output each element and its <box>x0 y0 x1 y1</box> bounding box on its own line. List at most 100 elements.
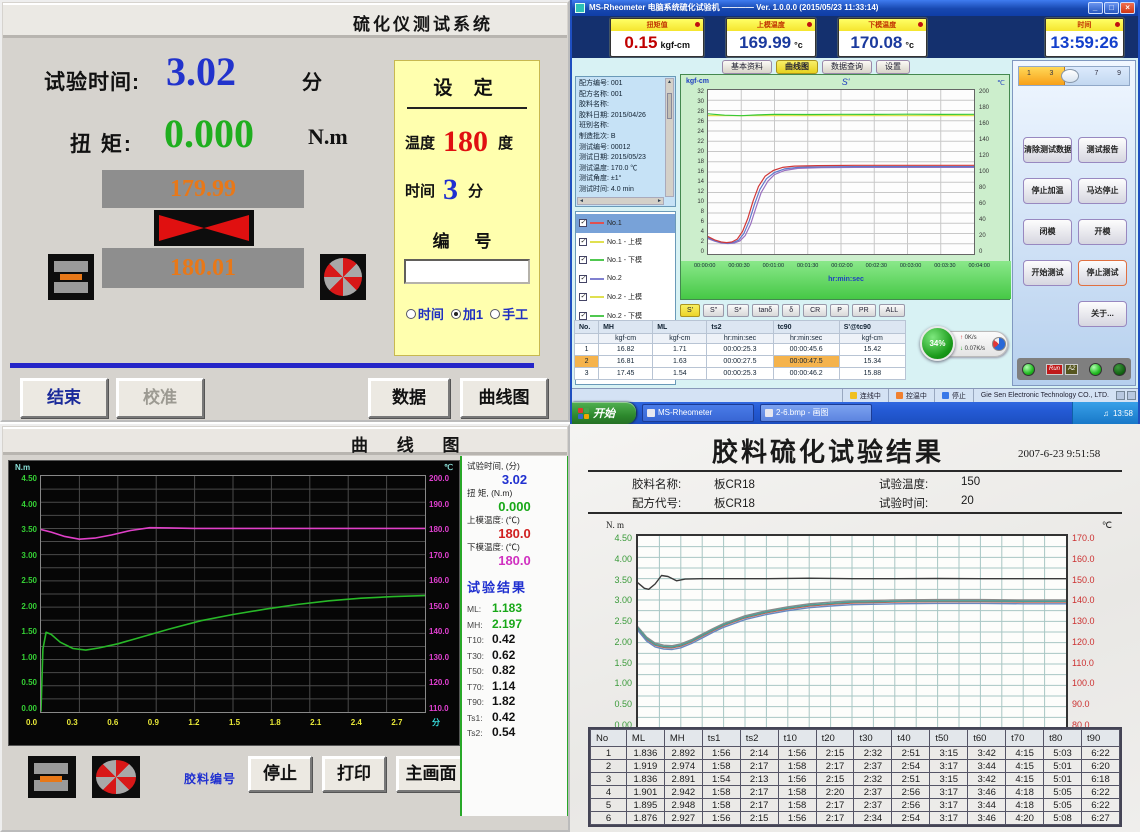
test-time-label: 试验时间: <box>44 66 140 96</box>
status-icon <box>896 392 903 399</box>
checkbox-icon[interactable]: ✓ <box>579 238 587 246</box>
table-cell: 2 <box>591 760 627 773</box>
batch-id-input[interactable] <box>404 259 530 284</box>
control-button-马达停止[interactable]: 马达停止 <box>1078 178 1127 204</box>
series-item-No.1[interactable]: ✓No.1 <box>576 214 675 233</box>
series-item-No.2[interactable]: ✓No.2 <box>576 270 675 289</box>
filter-S"[interactable]: S" <box>703 304 724 317</box>
series-item-No.2 - 上模[interactable]: ✓No.2 - 上模 <box>576 288 675 307</box>
checkbox-icon[interactable]: ✓ <box>579 256 587 264</box>
filter-tanδ[interactable]: tanδ <box>752 304 780 317</box>
recipe-info-line: 配方名称: 001 <box>579 90 663 101</box>
control-button-清除测试数据[interactable]: 清除测试数据 <box>1023 137 1072 163</box>
table-head: NoMLMHts1ts2t10t20t30t40t50t60t70t80t90 <box>591 730 1120 747</box>
tab-数据查询[interactable]: 数据查询 <box>822 60 872 74</box>
slider-thumb[interactable] <box>1061 69 1079 83</box>
result-value: 0.54 <box>492 725 515 739</box>
filter-CR[interactable]: CR <box>803 304 827 317</box>
chart-left-unit: kgf-cm <box>686 78 709 85</box>
readout-number: 170.08 <box>850 33 902 53</box>
report-chart-plot <box>636 534 1068 730</box>
status-mini-icon-2[interactable] <box>1127 391 1136 400</box>
live-values-panel: 试验时间, (分)3.02扭 矩, (N.m)0.000上模温度: (℃)180… <box>460 456 569 816</box>
curve-button[interactable]: 曲线图 <box>460 378 548 418</box>
tab-曲线图[interactable]: 曲线图 <box>776 60 818 74</box>
start-label: 开始 <box>593 405 615 421</box>
filter-P[interactable]: P <box>830 304 849 317</box>
control-button-开始测试[interactable]: 开始测试 <box>1023 260 1072 286</box>
end-button[interactable]: 结束 <box>20 378 108 418</box>
table-cell: 2:54 <box>892 812 930 825</box>
table-cell: 2:37 <box>854 799 892 812</box>
control-button-闭模[interactable]: 闭模 <box>1023 219 1072 245</box>
control-button-开模[interactable]: 开模 <box>1078 219 1127 245</box>
filter-S'[interactable]: S' <box>680 304 700 317</box>
y-tick-label: 30 <box>697 99 704 105</box>
y-tick-label: 200 <box>979 89 989 95</box>
result-label: Ts1: <box>467 713 489 723</box>
unit-cell: kgf-cm <box>599 334 653 344</box>
column-header: ML <box>653 321 707 334</box>
table-cell: 2.892 <box>664 747 702 760</box>
mode-radio-加1[interactable]: 加1 <box>451 304 483 323</box>
table-row: 116.821.7100:00:25.300:00:45.615.42 <box>575 344 906 356</box>
y-tick-label: 40 <box>979 217 986 223</box>
taskbar-task-2-6.bmp - 画图[interactable]: 2-6.bmp - 画图 <box>760 404 872 422</box>
vulcanizer-test-panel: 硫化仪测试系统 试验时间: 3.02 分 扭 矩: 0.000 N.m 179.… <box>0 0 570 422</box>
print-button[interactable]: 打印 <box>322 756 386 792</box>
series-item-No.1 - 上模[interactable]: ✓No.1 - 上模 <box>576 233 675 252</box>
mold-icon <box>48 254 94 300</box>
vertical-scrollbar[interactable]: ▲ <box>665 78 674 197</box>
taskbar-task-MS-Rheometer[interactable]: MS-Rheometer <box>642 404 754 422</box>
readout-label: 下模温度 <box>839 19 926 31</box>
range-slider[interactable]: 13579 <box>1018 66 1130 86</box>
status-mini-icon-1[interactable] <box>1116 391 1125 400</box>
start-button[interactable]: 开始 <box>572 402 636 424</box>
y-tick-label: 32 <box>697 89 704 95</box>
control-button-关于...[interactable]: 关于... <box>1078 301 1127 327</box>
volume-icon[interactable]: ♫ <box>1103 409 1109 418</box>
series-item-No.1 - 下模[interactable]: ✓No.1 - 下模 <box>576 251 675 270</box>
y-tick-label: 4.00 <box>21 501 37 509</box>
y-tick-label: 90.0 <box>1072 700 1090 709</box>
checkbox-icon[interactable]: ✓ <box>579 219 587 227</box>
y-tick-label: 2.00 <box>21 603 37 611</box>
result-value: 2.197 <box>492 617 522 631</box>
checkbox-icon[interactable]: ✓ <box>579 293 587 301</box>
main-screen-button[interactable]: 主画面 <box>396 756 466 792</box>
control-button-停止测试[interactable]: 停止测试 <box>1078 260 1127 286</box>
table-cell: 00:00:27.5 <box>707 356 773 368</box>
calibrate-button[interactable]: 校准 <box>116 378 204 418</box>
table-cell: 1.919 <box>626 760 664 773</box>
app-main-area: 基本资料曲线图数据查询设置 配方编号: 001配方名称: 001胶料名称:胶料日… <box>572 58 1138 388</box>
close-button[interactable]: × <box>1120 2 1135 14</box>
settings-panel: 设 定 温度 180 度 时间 3 分 编 号 时间加1手工 <box>394 60 540 356</box>
control-button-测试报告[interactable]: 测试报告 <box>1078 137 1127 163</box>
control-button-停止加温[interactable]: 停止加温 <box>1023 178 1072 204</box>
mode-radio-时间[interactable]: 时间 <box>406 304 444 323</box>
tab-设置[interactable]: 设置 <box>876 60 910 74</box>
mode-radio-手工[interactable]: 手工 <box>490 304 528 323</box>
stop-button[interactable]: 停止 <box>248 756 312 792</box>
table-cell: 3:17 <box>930 760 968 773</box>
horizontal-scrollbar[interactable]: ◄► <box>577 197 664 205</box>
maximize-button[interactable]: □ <box>1104 2 1119 14</box>
table-cell: 2:34 <box>854 812 892 825</box>
y-axis-left-labels: 32302826242220181614121086420 <box>683 89 704 255</box>
data-button[interactable]: 数据 <box>368 378 450 418</box>
filter-PR[interactable]: PR <box>852 304 876 317</box>
result-label: MH: <box>467 620 489 630</box>
checkbox-icon[interactable]: ✓ <box>579 312 587 320</box>
status-segment: 控温中 <box>888 389 934 402</box>
report-field-label: 配方代号: <box>632 495 714 511</box>
filter-δ[interactable]: δ <box>782 304 800 317</box>
gauge-down-value: 0.07K/s <box>965 346 985 352</box>
minimize-button[interactable]: _ <box>1088 2 1103 14</box>
tab-基本资料[interactable]: 基本资料 <box>722 60 772 74</box>
window-titlebar[interactable]: MS-Rheometer 电脑系统硫化试验机 ―――― Ver. 1.0.0.0… <box>572 0 1138 16</box>
table-cell: 1:58 <box>778 760 816 773</box>
status-segment: 停止 <box>934 389 973 402</box>
filter-ALL[interactable]: ALL <box>879 304 905 317</box>
checkbox-icon[interactable]: ✓ <box>579 275 587 283</box>
filter-S*[interactable]: S* <box>727 304 748 317</box>
